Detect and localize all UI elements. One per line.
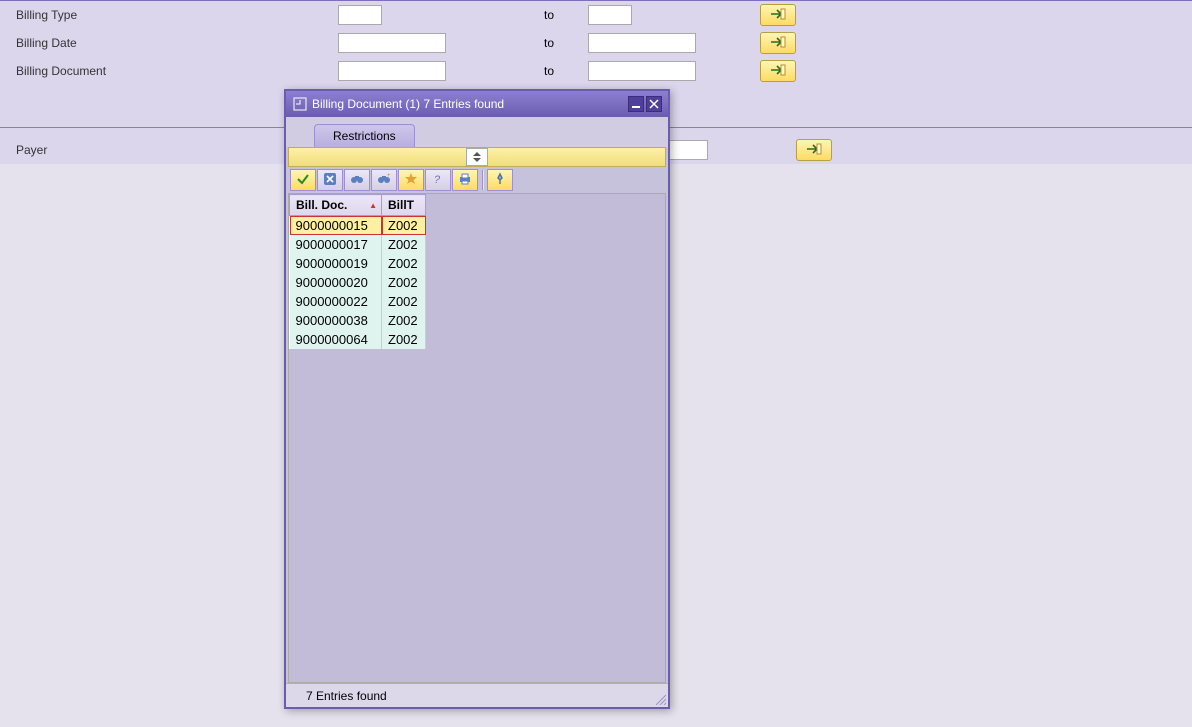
results-table-area[interactable]: Bill. Doc. ▲ BillT 9000000015Z0029000000… (288, 193, 666, 683)
expand-collapse-icon[interactable] (466, 148, 488, 166)
search-help-icon (292, 96, 308, 112)
dialog-status-bar: 7 Entries found (286, 683, 668, 707)
cell-bill-type: Z002 (382, 254, 426, 273)
arrow-right-icon (770, 63, 786, 80)
row-billing-type: Billing Type to (0, 1, 1192, 29)
cell-bill-type: Z002 (382, 292, 426, 311)
svg-text:+: + (387, 173, 391, 179)
row-billing-date: Billing Date to (0, 29, 1192, 57)
dialog-title: Billing Document (1) 7 Entries found (312, 97, 626, 111)
cell-bill-doc: 9000000017 (290, 235, 382, 254)
x-icon (323, 172, 337, 189)
cell-bill-type: Z002 (382, 216, 426, 236)
arrow-right-icon (770, 7, 786, 24)
billing-date-to-input[interactable] (588, 33, 696, 53)
binoculars-plus-icon: + (377, 172, 391, 189)
tab-restrictions[interactable]: Restrictions (314, 124, 415, 147)
billing-document-from-input[interactable] (338, 61, 446, 81)
cell-bill-type: Z002 (382, 311, 426, 330)
table-row[interactable]: 9000000019Z002 (290, 254, 426, 273)
help-button[interactable]: ? (425, 169, 451, 191)
dialog-toolbar: + ? (286, 167, 668, 193)
table-row[interactable]: 9000000022Z002 (290, 292, 426, 311)
column-bill-doc-label: Bill. Doc. (296, 198, 347, 212)
cancel-button[interactable] (317, 169, 343, 191)
cell-bill-type: Z002 (382, 273, 426, 292)
row-billing-document: Billing Document to (0, 57, 1192, 85)
status-text: 7 Entries found (306, 689, 387, 703)
table-row[interactable]: 9000000017Z002 (290, 235, 426, 254)
question-icon: ? (431, 172, 445, 189)
svg-text:?: ? (434, 174, 441, 186)
table-row[interactable]: 9000000020Z002 (290, 273, 426, 292)
table-row[interactable]: 9000000064Z002 (290, 330, 426, 349)
column-bill-type[interactable]: BillT (382, 195, 426, 216)
column-bill-type-label: BillT (388, 198, 414, 212)
cell-bill-doc: 9000000019 (290, 254, 382, 273)
cell-bill-doc: 9000000064 (290, 330, 382, 349)
billing-type-from-input[interactable] (338, 5, 382, 25)
cell-bill-doc: 9000000038 (290, 311, 382, 330)
billing-document-to-input[interactable] (588, 61, 696, 81)
close-button[interactable] (646, 96, 662, 112)
find-button[interactable] (344, 169, 370, 191)
billing-document-label: Billing Document (16, 64, 338, 78)
divider-bar[interactable] (288, 147, 666, 167)
resize-grip-icon[interactable] (654, 693, 666, 705)
table-row[interactable]: 9000000015Z002 (290, 216, 426, 236)
billing-date-label: Billing Date (16, 36, 338, 50)
results-table: Bill. Doc. ▲ BillT 9000000015Z0029000000… (289, 194, 426, 349)
toolbar-separator (482, 170, 484, 190)
pin-icon (493, 172, 507, 189)
layout-button[interactable] (487, 169, 513, 191)
search-help-dialog: Billing Document (1) 7 Entries found Res… (284, 89, 670, 709)
billing-date-from-input[interactable] (338, 33, 446, 53)
billing-date-multiselect-button[interactable] (760, 32, 796, 54)
payer-multiselect-button[interactable] (796, 139, 832, 161)
dialog-body: Restrictions + ? Bill. Doc. (286, 117, 668, 707)
cell-bill-doc: 9000000020 (290, 273, 382, 292)
billing-type-label: Billing Type (16, 8, 338, 22)
copy-button[interactable] (290, 169, 316, 191)
dialog-titlebar[interactable]: Billing Document (1) 7 Entries found (286, 91, 668, 117)
arrow-right-icon (770, 35, 786, 52)
minimize-button[interactable] (628, 96, 644, 112)
billing-document-multiselect-button[interactable] (760, 60, 796, 82)
print-button[interactable] (452, 169, 478, 191)
column-bill-doc[interactable]: Bill. Doc. ▲ (290, 195, 382, 216)
sort-ascending-icon: ▲ (369, 201, 377, 210)
table-row[interactable]: 9000000038Z002 (290, 311, 426, 330)
cell-bill-type: Z002 (382, 330, 426, 349)
find-next-button[interactable]: + (371, 169, 397, 191)
billing-type-multiselect-button[interactable] (760, 4, 796, 26)
printer-icon (458, 172, 472, 189)
binoculars-icon (350, 172, 364, 189)
billing-type-to-label: to (544, 8, 564, 22)
billing-type-to-input[interactable] (588, 5, 632, 25)
personal-values-button[interactable] (398, 169, 424, 191)
arrow-right-icon (806, 142, 822, 159)
cell-bill-doc: 9000000022 (290, 292, 382, 311)
cell-bill-doc: 9000000015 (290, 216, 382, 236)
check-icon (296, 172, 310, 189)
billing-document-to-label: to (544, 64, 564, 78)
cell-bill-type: Z002 (382, 235, 426, 254)
billing-date-to-label: to (544, 36, 564, 50)
star-icon (404, 172, 418, 189)
tab-strip: Restrictions (286, 117, 668, 147)
